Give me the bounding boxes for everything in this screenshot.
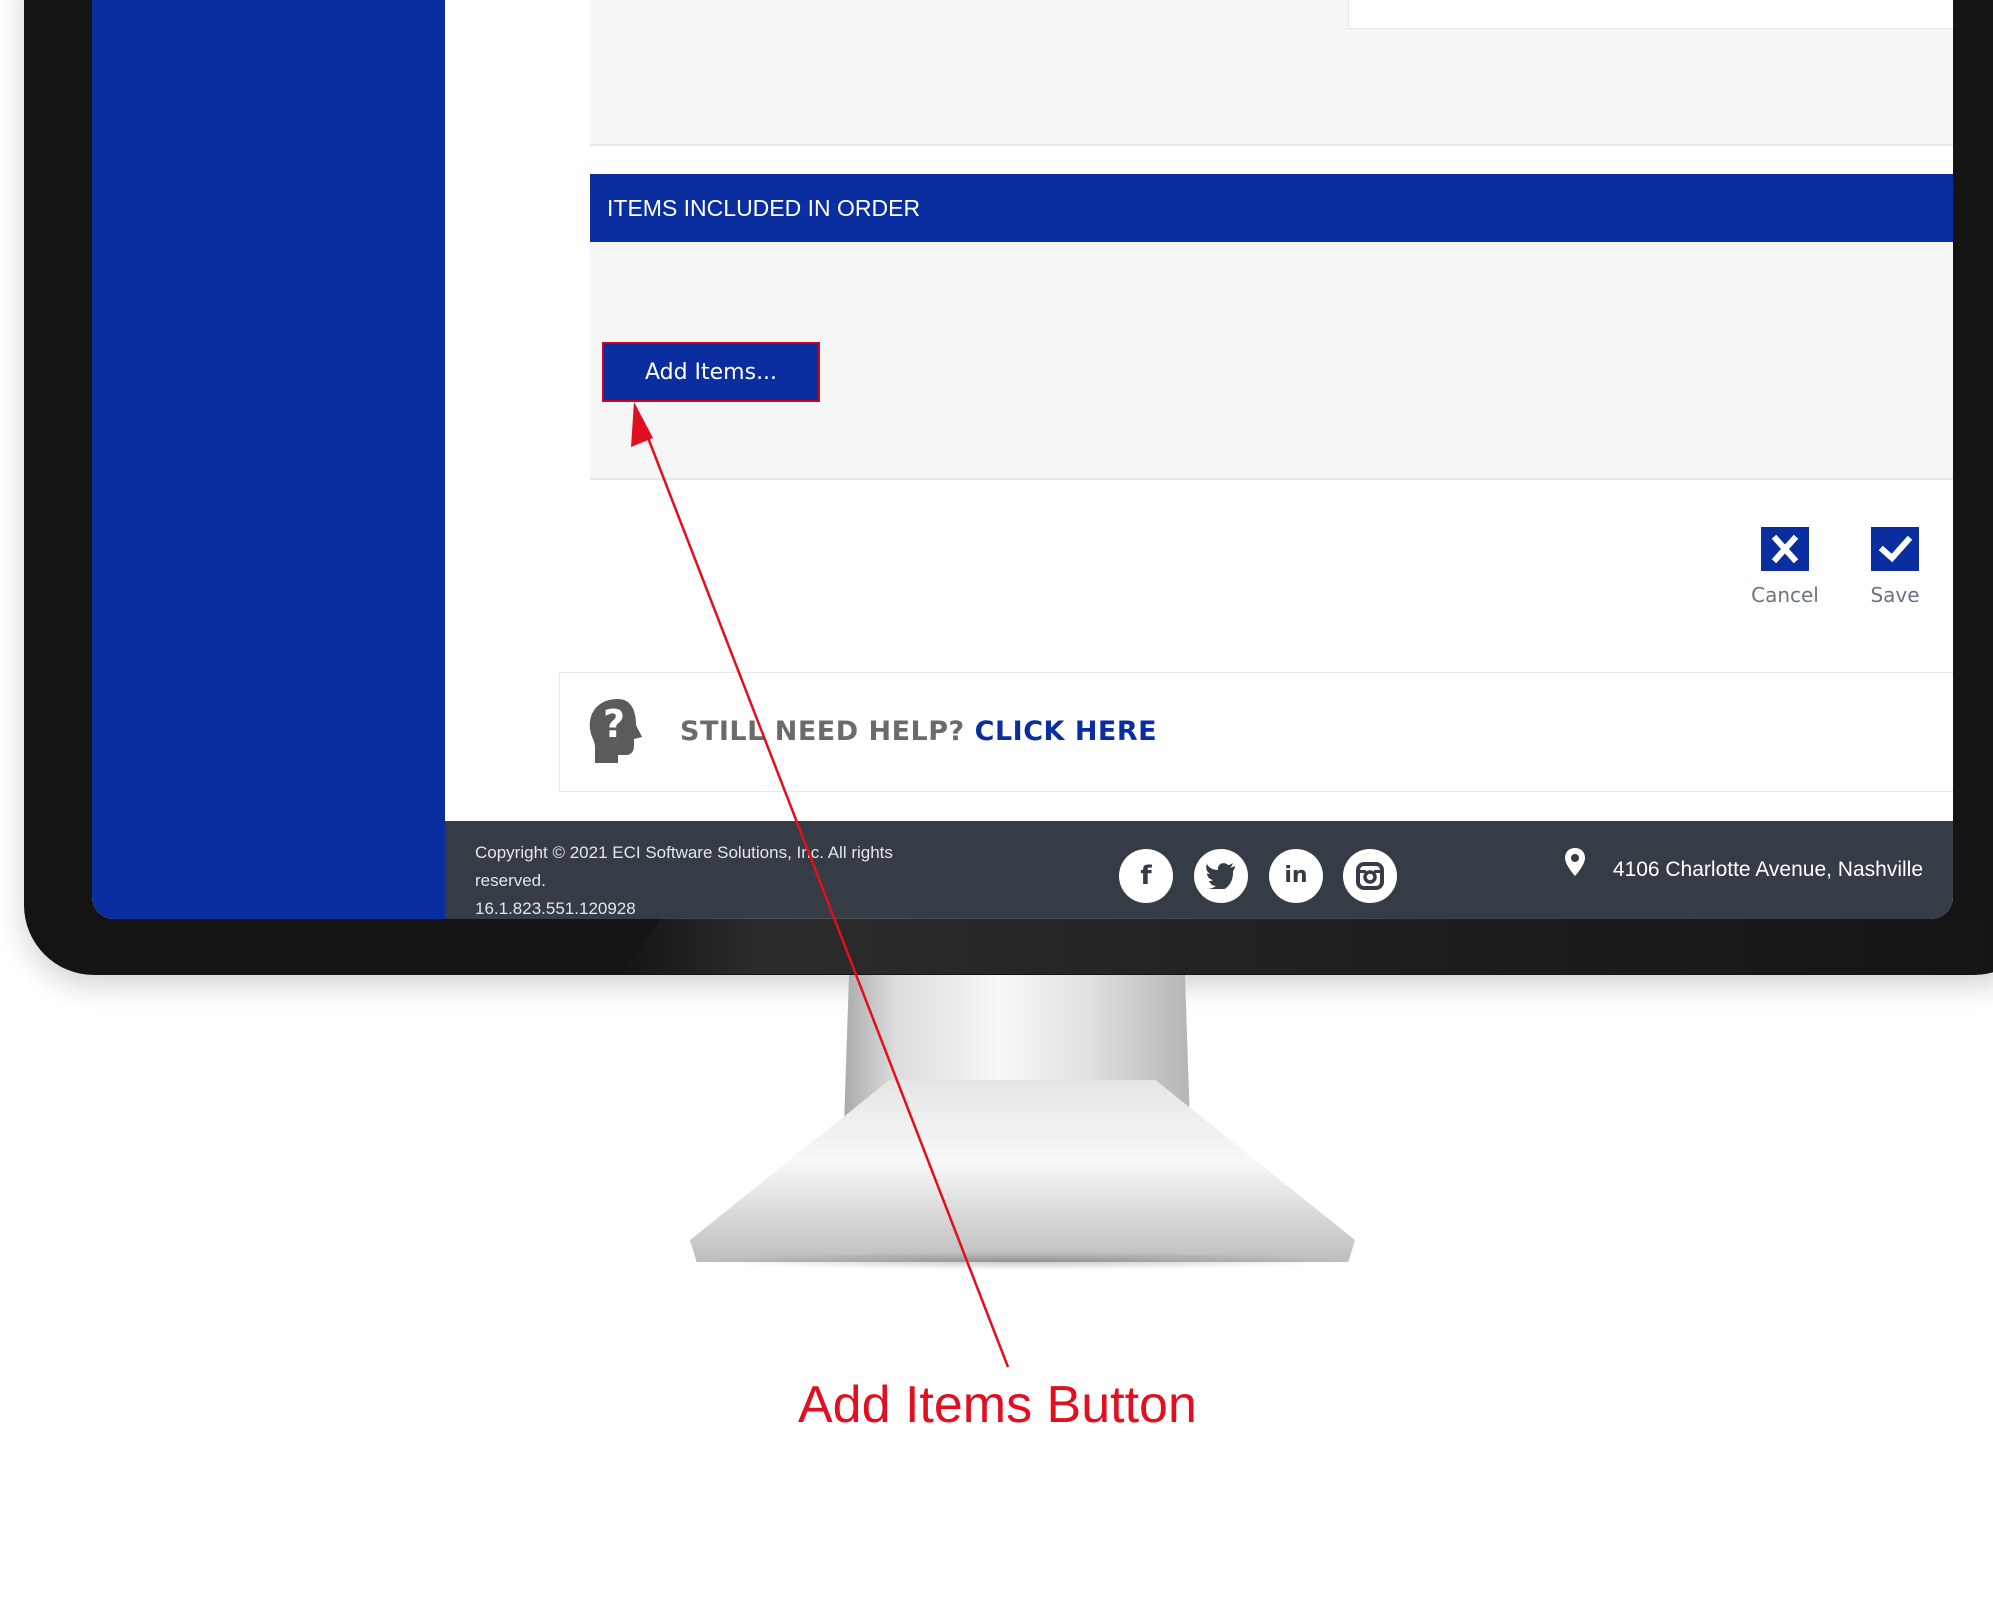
cancel-label: Cancel [1751,583,1819,607]
help-prompt: STILL NEED HELP? [680,716,965,747]
svg-text:?: ? [603,702,625,746]
twitter-icon[interactable] [1194,849,1248,903]
items-panel: Add Items... [590,242,1953,480]
help-text: STILL NEED HELP? CLICK HERE [680,673,1157,791]
map-pin-icon [1565,821,1585,919]
copyright-line-2: reserved. [475,871,546,890]
monitor-stand-shadow [700,1252,1350,1270]
help-bar: ? STILL NEED HELP? CLICK HERE [560,673,1953,791]
save-label: Save [1870,583,1920,607]
annotation-label: Add Items Button [798,1376,1197,1434]
cancel-button[interactable]: Cancel [1725,527,1845,607]
sidebar [92,0,445,919]
copyright-text: Copyright © 2021 ECI Software Solutions,… [475,839,965,919]
save-button[interactable]: Save [1835,527,1953,607]
help-click-here-link[interactable]: CLICK HERE [975,716,1157,747]
checkmark-icon [1871,527,1919,571]
form-panel [590,0,1953,146]
main-content: ITEMS INCLUDED IN ORDER Add Items... Can… [445,0,1953,821]
version-text: 16.1.823.551.120928 [475,899,636,918]
add-items-button[interactable]: Add Items... [602,342,820,402]
facebook-icon[interactable]: f [1119,849,1173,903]
notes-textarea[interactable] [1348,0,1953,29]
monitor-screen: ITEMS INCLUDED IN ORDER Add Items... Can… [92,0,1953,919]
address-text: 4106 Charlotte Avenue, Nashville [1612,858,1923,881]
monitor-stand-base [690,1080,1355,1262]
footer: Copyright © 2021 ECI Software Solutions,… [445,821,1953,919]
linkedin-icon[interactable]: in [1269,849,1323,903]
close-icon [1761,527,1809,571]
order-form-card: ITEMS INCLUDED IN ORDER Add Items... Can… [560,0,1953,645]
instagram-icon[interactable] [1343,849,1397,903]
copyright-line-1: Copyright © 2021 ECI Software Solutions,… [475,843,893,862]
footer-address: 4106 Charlotte Avenue, Nashville [1565,821,1923,919]
help-head-icon: ? [582,695,652,767]
section-header-items: ITEMS INCLUDED IN ORDER [590,174,1953,242]
